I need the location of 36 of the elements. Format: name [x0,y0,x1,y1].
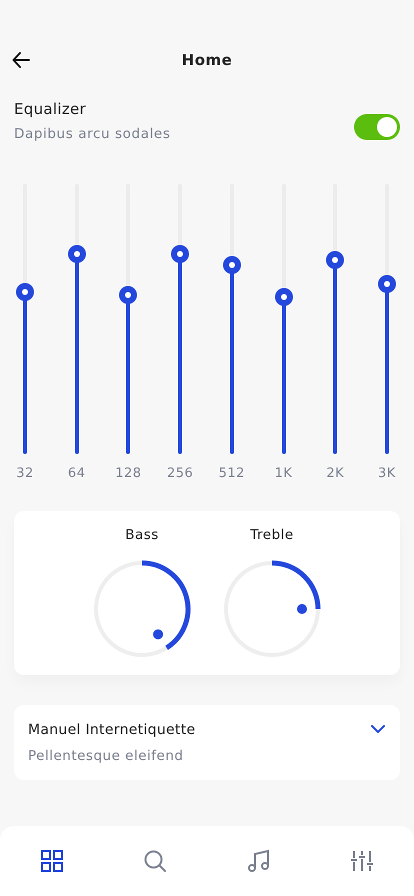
slider-thumb[interactable] [119,286,138,304]
knob-label: Bass [125,527,159,543]
band-label: 3K [378,466,396,481]
back-arrow-icon[interactable] [12,51,30,69]
slider-thumb[interactable] [274,288,293,306]
band-label: 128 [115,466,142,481]
preset-title: Manuel Internetiquette [28,722,196,738]
rotary-knob[interactable] [222,559,322,659]
band-label: 2K [326,466,344,481]
slider-thumb[interactable] [68,245,86,264]
knob-arc [272,560,320,610]
sliders-icon[interactable] [350,849,374,873]
band-label: 32 [16,466,34,481]
band-label: 256 [166,466,194,481]
rotary-knob[interactable] [92,559,192,659]
preset-card[interactable]: Manuel Internetiquette Pellentesque eleifend [14,705,400,780]
band-label: 512 [218,466,245,481]
band-label: 64 [68,466,86,481]
slider-thumb[interactable] [222,256,241,274]
grid-icon[interactable] [40,849,64,873]
slider-thumb[interactable] [16,283,34,301]
slider-thumb[interactable] [326,250,344,269]
chevron-icon[interactable] [370,723,386,735]
preset-subtitle: Pellentesque eleifend [28,748,184,764]
page-title: Home [182,51,232,69]
knob-indicator [297,604,307,614]
music-note-icon[interactable] [246,849,271,873]
knob-label: Treble [250,527,294,543]
search-icon[interactable] [143,849,168,873]
equalizer-title: Equalizer [14,100,88,118]
equalizer-toggle[interactable] [354,114,400,140]
slider-thumb[interactable] [378,274,396,293]
band-label: 1K [274,466,292,481]
equalizer-subtitle: Dapibus arcu sodales [14,126,170,142]
knob-indicator [153,629,164,640]
slider-thumb[interactable] [171,245,190,264]
